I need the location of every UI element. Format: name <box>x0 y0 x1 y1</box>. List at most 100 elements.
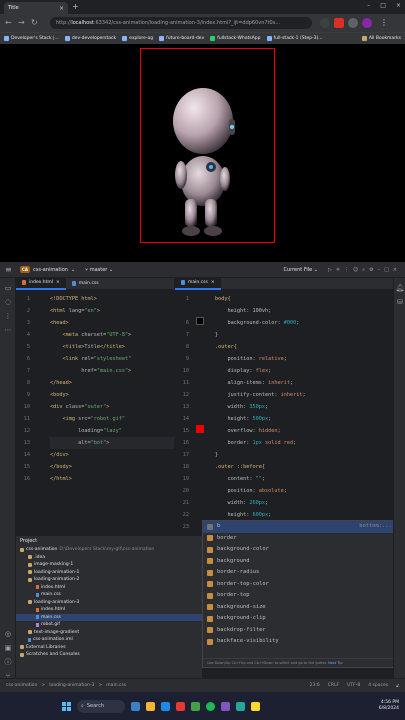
bookmark-item[interactable]: future-board-dev <box>159 36 204 41</box>
suggestion-item[interactable]: border-top <box>203 590 401 602</box>
breadcrumb-item[interactable]: main.css <box>106 683 126 688</box>
spotify-icon[interactable] <box>206 701 215 711</box>
breadcrumb-item[interactable]: loading-animation-3 <box>49 683 94 688</box>
file-encoding[interactable]: UTF-8 <box>347 683 360 689</box>
suggestion-item[interactable]: border-top-color <box>203 579 401 591</box>
problems-tool-icon[interactable]: ⓘ <box>3 658 13 666</box>
suggestion-item[interactable]: background-size <box>203 602 401 614</box>
tree-item[interactable]: Scratches and Consoles <box>16 651 202 659</box>
tree-item[interactable]: text-image-gradient <box>16 629 202 637</box>
system-clock[interactable]: 4:56 PM 6/8/2024 <box>379 700 399 712</box>
bookmark-item[interactable]: Developer's Stack |... <box>4 36 59 41</box>
tab-main-css[interactable]: main.css × <box>175 277 221 290</box>
breadcrumb-item[interactable]: css-animation <box>6 683 37 688</box>
branch-selector[interactable]: ⑂ master ⌄ <box>85 267 113 273</box>
project-selector[interactable]: CA css-animation ⌄ <box>20 266 75 273</box>
suggestion-item[interactable]: border <box>203 533 401 545</box>
tree-item[interactable]: css-animation.iml <box>16 636 202 644</box>
next-tip-link[interactable]: Next Tip <box>328 661 343 665</box>
tree-item[interactable]: image-masking-1 <box>16 561 202 569</box>
suggestion-item[interactable]: background-clip <box>203 613 401 625</box>
run-config-selector[interactable]: Current File ⌄ <box>283 267 318 273</box>
suggestion-item[interactable]: background-color <box>203 544 401 556</box>
close-tab-icon[interactable]: × <box>59 5 64 12</box>
all-bookmarks-button[interactable]: All Bookmarks <box>361 36 401 41</box>
css-editor[interactable]: 1 6 7 8 9 10 11 12 13 14 15 16 17 18 19 20 21 22 23 body{ … <box>175 291 393 535</box>
file-explorer-icon[interactable] <box>146 701 155 711</box>
project-tool-icon[interactable]: ▭ <box>3 284 13 292</box>
line-separator[interactable]: CRLF <box>328 683 339 689</box>
tree-item[interactable]: robot.gif <box>16 621 202 629</box>
suggestion-item[interactable]: backface-visibility <box>203 636 401 648</box>
main-menu-icon[interactable]: ≡ <box>5 265 12 274</box>
commit-tool-icon[interactable]: ◌ <box>3 298 13 306</box>
tree-item[interactable]: .idea <box>16 554 202 562</box>
suggestion-item[interactable]: b bottom:...; <box>203 521 401 533</box>
url-input[interactable]: http://localhost:63342/css-animation/loa… <box>50 17 312 29</box>
reload-icon[interactable]: ↻ <box>31 18 38 27</box>
minimize-button[interactable]: – <box>367 2 370 9</box>
suggestion-item[interactable]: background <box>203 556 401 568</box>
html-editor[interactable]: 1 2 3 4 5 6 7 8 9 10 11 12 13 14 15 16 <!DOCTYPE html> <… <box>16 291 174 535</box>
services-tool-icon[interactable]: ◎ <box>3 630 13 638</box>
close-window-button[interactable]: × <box>393 267 401 273</box>
extension-icon[interactable] <box>348 18 358 28</box>
more-icon[interactable]: ⋮ <box>344 267 353 273</box>
suggestion-item[interactable]: border-radius <box>203 567 401 579</box>
more-tools-icon[interactable]: ⋯ <box>3 326 13 334</box>
structure-tool-icon[interactable]: ⋮ <box>3 312 13 320</box>
extension-icon[interactable] <box>320 18 330 28</box>
tree-item[interactable]: css-animation D:\Developers Stack\my-git… <box>16 546 202 554</box>
maximize-button[interactable]: □ <box>384 267 393 273</box>
menu-icon[interactable]: ⋮ <box>380 18 388 27</box>
tree-item[interactable]: main.css <box>16 613 202 621</box>
database-icon[interactable]: ⛁ <box>395 298 405 306</box>
windows-start-icon[interactable] <box>62 701 71 711</box>
suggestion-item[interactable]: backdrop-filter <box>203 625 401 637</box>
caret-position[interactable]: 23:6 <box>310 683 320 689</box>
chrome-icon[interactable] <box>191 701 200 711</box>
app-icon[interactable] <box>221 701 230 711</box>
maximize-button[interactable]: □ <box>380 2 386 9</box>
back-icon[interactable]: ← <box>5 18 12 27</box>
lock-icon[interactable]: 🔓︎ <box>396 683 399 689</box>
tab-main-css[interactable]: main.css <box>66 278 105 290</box>
tree-item[interactable]: index.html <box>16 606 202 614</box>
html-code-area[interactable]: <!DOCTYPE html> <html lang="en"> <head> <m… <box>50 293 174 485</box>
terminal-tool-icon[interactable]: ▣ <box>3 644 13 652</box>
bookmark-item[interactable]: fullstack-WhatsApp <box>210 36 261 41</box>
run-icon[interactable]: ▷ <box>328 267 336 273</box>
tree-item[interactable]: main.css <box>16 591 202 599</box>
bookmark-item[interactable]: explore-ag <box>122 36 153 41</box>
tree-item[interactable]: loading-animation-3 <box>16 599 202 607</box>
tree-item[interactable]: External Libraries <box>16 644 202 652</box>
bookmark-item[interactable]: full-stack-1 (Step-3)... <box>266 36 323 41</box>
color-swatch-black[interactable] <box>196 317 204 325</box>
browser-tab[interactable]: Title × <box>4 2 68 14</box>
settings-icon[interactable]: ⚙ <box>369 267 377 273</box>
tree-item[interactable]: loading-animation-2 <box>16 576 202 584</box>
app-icon[interactable] <box>176 701 185 711</box>
css-code-area[interactable]: body{ height: 100vh; background-color: #… <box>215 293 390 533</box>
app-icon[interactable] <box>251 701 260 711</box>
edge-icon[interactable] <box>161 701 170 711</box>
debug-icon[interactable]: ✳ <box>336 267 344 273</box>
notifications-icon[interactable]: 🔔︎ <box>395 284 405 292</box>
people-icon[interactable]: ☺ <box>353 267 362 273</box>
tab-index-html[interactable]: index.html × <box>16 277 66 290</box>
taskview-icon[interactable] <box>131 701 140 711</box>
app-icon[interactable] <box>236 701 245 711</box>
tree-item[interactable]: index.html <box>16 584 202 592</box>
close-icon[interactable]: × <box>211 280 215 285</box>
taskbar-search[interactable]: ⌕ Search <box>77 699 125 713</box>
close-window-button[interactable]: × <box>396 2 401 9</box>
indent-setting[interactable]: 4 spaces <box>368 683 388 689</box>
forward-icon[interactable]: → <box>18 18 25 27</box>
new-tab-button[interactable]: + <box>72 2 79 11</box>
close-icon[interactable]: × <box>56 280 60 285</box>
profile-avatar[interactable] <box>362 18 372 28</box>
tree-item[interactable]: loading-animation-1 <box>16 569 202 577</box>
bookmark-item[interactable]: dev-developerstack <box>64 36 116 41</box>
color-swatch-red[interactable] <box>196 425 204 433</box>
extension-icon[interactable] <box>334 18 344 28</box>
